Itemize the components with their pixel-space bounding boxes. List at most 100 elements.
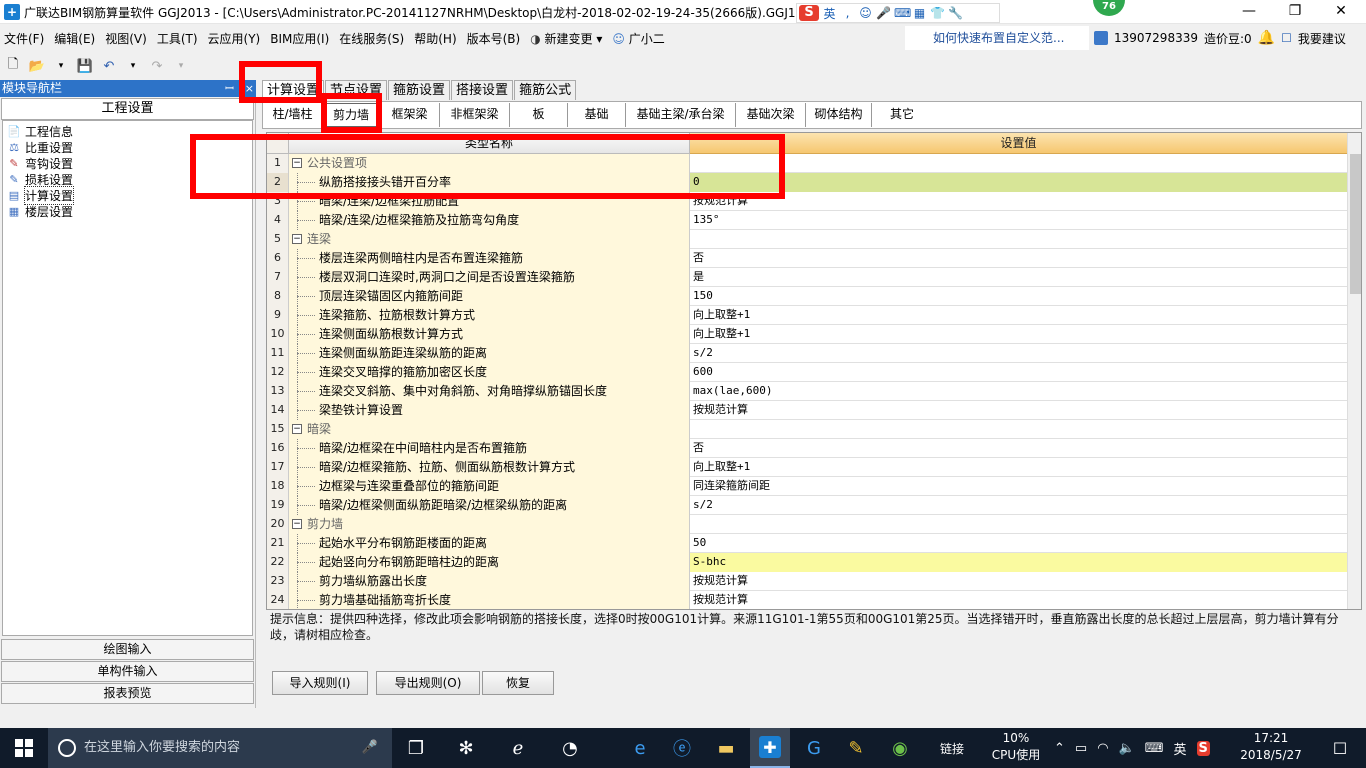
app-notify-icon[interactable]: ◔ <box>550 728 590 768</box>
table-row[interactable]: 2 纵筋搭接接头错开百分率 0 <box>267 173 1347 192</box>
table-row[interactable]: 13 连梁交叉斜筋、集中对角斜筋、对角暗撑纵筋锚固长度 max(lae,600) <box>267 382 1347 401</box>
ime-toolbar[interactable]: S 英 , ☺ 🎤 ⌨ ▦ 👕 🔧 <box>796 3 1000 23</box>
vertical-scrollbar[interactable] <box>1347 133 1361 609</box>
nav-item-loss[interactable]: ✎ 损耗设置 <box>7 171 252 187</box>
close-button[interactable]: ✕ <box>1318 0 1364 24</box>
table-row[interactable]: 4 暗梁/连梁/边框梁箍筋及拉筋弯勾角度 135° <box>267 211 1347 230</box>
redo-icon[interactable]: ↷ <box>148 57 166 75</box>
g-app-icon[interactable]: G <box>794 728 834 768</box>
setting-value-cell[interactable]: s/2 <box>690 344 1347 363</box>
tab-foundation-secondary-beam[interactable]: 基础次梁 <box>736 103 806 127</box>
chevron-down-icon[interactable]: ▾ <box>172 57 190 75</box>
close-icon[interactable]: × <box>245 80 254 97</box>
nav-item-floor[interactable]: ▦ 楼层设置 <box>7 203 252 219</box>
pin-icon[interactable]: ꟷ <box>225 80 234 97</box>
score-badge[interactable]: 76 <box>1093 0 1125 16</box>
mic-icon[interactable]: 🎤 <box>362 728 378 768</box>
tab-calc-settings[interactable]: 计算设置 <box>262 80 325 101</box>
setting-value-cell[interactable]: 按规范计算 <box>690 591 1347 609</box>
collapse-icon[interactable]: − <box>292 158 302 168</box>
setting-value-cell[interactable]: 按规范计算 <box>690 401 1347 420</box>
column-header-name[interactable]: 类型名称 <box>289 133 690 154</box>
volume-icon[interactable]: 🔈 <box>1119 741 1135 756</box>
phone-number[interactable]: 13907298339 <box>1114 31 1198 45</box>
menu-view[interactable]: 视图(V) <box>101 30 151 47</box>
setting-value-cell[interactable]: 150 <box>690 287 1347 306</box>
tab-node-settings[interactable]: 节点设置 <box>325 80 388 100</box>
ime-voice-icon[interactable]: 🎤 <box>876 6 891 20</box>
setting-value-cell[interactable]: s/2 <box>690 496 1347 515</box>
cpu-usage[interactable]: 10% CPU使用 <box>990 730 1042 764</box>
table-row[interactable]: 17 暗梁/边框梁箍筋、拉筋、侧面纵筋根数计算方式 向上取整+1 <box>267 458 1347 477</box>
sogou-tray-icon[interactable]: S <box>1196 740 1210 756</box>
input-lang[interactable]: 英 <box>1174 739 1187 758</box>
table-row[interactable]: 18 边框梁与连梁重叠部位的箍筋间距 同连梁箍筋间距 <box>267 477 1347 496</box>
setting-value-cell[interactable]: 按规范计算 <box>690 572 1347 591</box>
bell-icon[interactable]: 🔔 <box>1258 30 1275 46</box>
setting-value-cell[interactable]: 否 <box>690 249 1347 268</box>
table-row[interactable]: 14 梁垫铁计算设置 按规范计算 <box>267 401 1347 420</box>
menu-tools[interactable]: 工具(T) <box>153 30 202 47</box>
table-row[interactable]: 6 楼层连梁两侧暗柱内是否布置连梁箍筋 否 <box>267 249 1347 268</box>
ime-grid-icon[interactable]: ▦ <box>912 6 927 20</box>
table-row[interactable]: 19 暗梁/边框梁侧面纵筋距暗梁/边框梁纵筋的距离 s/2 <box>267 496 1347 515</box>
menu-edit[interactable]: 编辑(E) <box>50 30 99 47</box>
export-rules-button[interactable]: 导出规则(O) <box>376 671 480 695</box>
ime-skin-icon[interactable]: 👕 <box>930 6 945 20</box>
taskbar-search[interactable]: 在这里输入你要搜索的内容 🎤 <box>48 728 392 768</box>
menu-assistant[interactable]: ☺ 广小二 <box>608 30 668 47</box>
restore-button[interactable]: ❐ <box>1272 0 1318 24</box>
menu-cloud[interactable]: 云应用(Y) <box>204 30 265 47</box>
table-row[interactable]: 23 剪力墙纵筋露出长度 按规范计算 <box>267 572 1347 591</box>
ime-punct-icon[interactable]: , <box>840 6 855 20</box>
edge-icon[interactable]: ℯ <box>498 728 538 768</box>
start-button[interactable] <box>0 728 48 768</box>
setting-value-cell[interactable]: 600 <box>690 363 1347 382</box>
keyboard-icon[interactable]: ⌨ <box>1145 741 1164 756</box>
table-row[interactable]: 7 楼层双洞口连梁时,两洞口之间是否设置连梁箍筋 是 <box>267 268 1347 287</box>
tab-stirrup-settings[interactable]: 箍筋设置 <box>388 80 451 100</box>
notification-icon[interactable]: ☐ <box>1320 728 1360 768</box>
tab-slab[interactable]: 板 <box>510 103 568 127</box>
clock[interactable]: 17:21 2018/5/27 <box>1236 730 1306 764</box>
column-header-value[interactable]: 设置值 <box>690 133 1347 154</box>
tab-stirrup-formula[interactable]: 箍筋公式 <box>514 80 577 100</box>
setting-value-cell[interactable]: 同连梁箍筋间距 <box>690 477 1347 496</box>
tab-foundation-main-beam[interactable]: 基础主梁/承台梁 <box>626 103 736 127</box>
table-row[interactable]: 11 连梁侧面纵筋距连梁纵筋的距离 s/2 <box>267 344 1347 363</box>
group-row[interactable]: 20− 剪力墙 <box>267 515 1347 534</box>
sogou-icon[interactable]: S <box>799 5 819 21</box>
group-row[interactable]: 1− 公共设置项 <box>267 154 1347 173</box>
collapse-icon[interactable]: − <box>292 234 302 244</box>
menu-version[interactable]: 版本号(B) <box>463 30 525 47</box>
setting-value-cell[interactable]: 向上取整+1 <box>690 458 1347 477</box>
fan-app-icon[interactable]: ✻ <box>446 728 486 768</box>
suggest-link[interactable]: 我要建议 <box>1298 30 1346 47</box>
group-row[interactable]: 15− 暗梁 <box>267 420 1347 439</box>
minimize-button[interactable]: — <box>1226 0 1272 24</box>
restore-defaults-button[interactable]: 恢复 <box>482 671 554 695</box>
nav-item-project-info[interactable]: 📄 工程信息 <box>7 123 252 139</box>
table-row[interactable]: 8 顶层连梁锚固区内箍筋间距 150 <box>267 287 1347 306</box>
suggest-icon[interactable]: ☐ <box>1281 31 1292 45</box>
table-row[interactable]: 9 连梁箍筋、拉筋根数计算方式 向上取整+1 <box>267 306 1347 325</box>
glodon-app-icon[interactable]: ✚ <box>750 728 790 768</box>
setting-value-cell[interactable]: 否 <box>690 439 1347 458</box>
chevron-up-icon[interactable]: ⌃ <box>1054 741 1065 756</box>
table-row[interactable]: 3 暗梁/连梁/边框梁拉筋配置 按规范计算 <box>267 192 1347 211</box>
tab-lap-settings[interactable]: 搭接设置 <box>451 80 514 100</box>
save-icon[interactable]: 💾 <box>76 57 94 75</box>
cost-bean[interactable]: 造价豆:0 <box>1204 30 1252 47</box>
ime-keyboard-icon[interactable]: ⌨ <box>894 6 911 20</box>
nav-drawing-input[interactable]: 绘图输入 <box>1 639 254 660</box>
table-row[interactable]: 22 起始竖向分布钢筋距暗柱边的距离 S-bhc <box>267 553 1347 572</box>
nav-item-calc-settings[interactable]: ▤ 计算设置 <box>7 185 252 205</box>
edge-browser-icon[interactable]: e <box>620 728 660 768</box>
nav-item-density[interactable]: ⚖ 比重设置 <box>7 139 252 155</box>
file-explorer-icon[interactable]: ▬ <box>706 728 746 768</box>
green-app-icon[interactable]: ◉ <box>880 728 920 768</box>
menu-bim[interactable]: BIM应用(I) <box>266 30 333 47</box>
notes-app-icon[interactable]: ✎ <box>836 728 876 768</box>
nav-report-preview[interactable]: 报表预览 <box>1 683 254 704</box>
battery-icon[interactable]: ▭ <box>1075 741 1087 756</box>
